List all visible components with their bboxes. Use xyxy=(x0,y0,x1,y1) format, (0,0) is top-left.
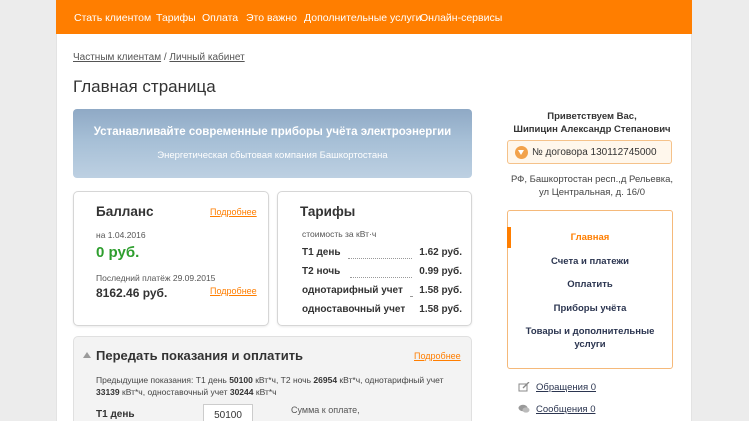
banner-subline: Энергетическая сбытовая компания Башкорт… xyxy=(157,150,388,161)
collapse-triangle-icon[interactable] xyxy=(83,352,91,358)
side-menu-item-bills[interactable]: Счета и платежи xyxy=(508,255,672,268)
sum-to-pay-label: Сумма к оплате, xyxy=(291,405,360,415)
tariff-value: 1.58 руб. xyxy=(419,304,462,315)
tariff-label: одноставочный учет xyxy=(302,304,406,315)
side-menu-item-main[interactable]: Главная xyxy=(508,231,672,244)
nav-item-payment[interactable]: Оплата xyxy=(202,12,238,24)
appeals-link[interactable]: Обращения 0 xyxy=(518,382,596,393)
tariff-row: однотарифный учет 1.58 руб. xyxy=(302,285,462,299)
tariff-label: Т2 ночь xyxy=(302,266,341,277)
breadcrumb: Частным клиентам / Личный кабинет xyxy=(73,52,245,63)
top-navigation: Стать клиентом Тарифы Оплата Это важно Д… xyxy=(56,0,692,34)
t1-reading-input[interactable] xyxy=(203,404,253,421)
chat-bubble-icon xyxy=(518,405,530,414)
chevron-down-icon[interactable] xyxy=(515,146,528,159)
submit-readings-title: Передать показания и оплатить xyxy=(96,348,304,363)
balance-more-link[interactable]: Подробнее xyxy=(210,207,257,217)
user-address: РФ, Башкортостан респ.,д Рельевка, ул Це… xyxy=(510,174,674,198)
tariff-row: Т2 ночь 0.99 руб. xyxy=(302,266,462,280)
balance-amount: 0 руб. xyxy=(96,244,140,261)
tariff-row: Т1 день 1.62 руб. xyxy=(302,247,462,261)
tariffs-title: Тарифы xyxy=(300,204,356,219)
tariff-row: одноставочный учет 1.58 руб. xyxy=(302,304,462,318)
nav-item-important[interactable]: Это важно xyxy=(246,12,297,24)
submit-readings-panel: Передать показания и оплатить Подробнее … xyxy=(73,336,472,421)
tariff-value: 1.58 руб. xyxy=(419,285,462,296)
contract-selector[interactable]: № договора 130112745000 xyxy=(507,140,672,164)
nav-item-online-services[interactable]: Онлайн-сервисы xyxy=(420,12,502,24)
contract-number: № договора 130112745000 xyxy=(532,147,657,158)
tariff-value: 0.99 руб. xyxy=(419,266,462,277)
tariffs-card: Тарифы стоимость за кВт·ч Т1 день 1.62 р… xyxy=(277,191,472,326)
page-title: Главная страница xyxy=(73,77,216,96)
tariff-label: Т1 день xyxy=(302,247,341,258)
messages-link[interactable]: Сообщения 0 xyxy=(518,404,595,415)
nav-item-extra-services[interactable]: Дополнительные услуги xyxy=(304,12,422,24)
balance-title: Балланс xyxy=(96,204,154,219)
tariff-label: однотарифный учет xyxy=(302,285,403,296)
side-menu: Главная Счета и платежи Оплатить Приборы… xyxy=(507,210,673,369)
user-greeting: Приветствуем Вас, Шипицин Александр Степ… xyxy=(507,110,677,136)
balance-card: Балланс Подробнее на 1.04.2016 0 руб. По… xyxy=(73,191,269,326)
pencil-icon xyxy=(518,382,530,392)
user-name: Шипицин Александр Степанович xyxy=(513,124,671,135)
page-content: Частным клиентам / Личный кабинет Главна… xyxy=(56,34,692,421)
side-menu-item-goods[interactable]: Товары и дополнительные услуги xyxy=(508,325,672,351)
previous-readings: Предыдущие показания: Т1 день 50100 кВт*… xyxy=(96,375,444,397)
side-menu-item-meters[interactable]: Приборы учёта xyxy=(508,302,672,315)
side-menu-item-pay[interactable]: Оплатить xyxy=(508,278,672,291)
submit-more-link[interactable]: Подробнее xyxy=(414,351,461,361)
tariffs-subtitle: стоимость за кВт·ч xyxy=(302,229,377,239)
breadcrumb-personal-account[interactable]: Личный кабинет xyxy=(169,52,244,63)
nav-item-become-client[interactable]: Стать клиентом xyxy=(74,12,151,24)
tariff-value: 1.62 руб. xyxy=(419,247,462,258)
last-payment-amount: 8162.46 руб. xyxy=(96,286,168,300)
payments-more-link[interactable]: Подробнее xyxy=(210,286,257,296)
banner-headline: Устанавливайте современные приборы учёта… xyxy=(93,126,452,138)
last-payment-label: Последний платёж 29.09.2015 xyxy=(96,273,216,283)
breadcrumb-private-clients[interactable]: Частным клиентам xyxy=(73,52,161,63)
t1-reading-label: Т1 день xyxy=(96,409,135,420)
balance-date: на 1.04.2016 xyxy=(96,230,146,240)
nav-item-tariffs[interactable]: Тарифы xyxy=(156,12,196,24)
promo-banner[interactable]: Устанавливайте современные приборы учёта… xyxy=(73,109,472,178)
